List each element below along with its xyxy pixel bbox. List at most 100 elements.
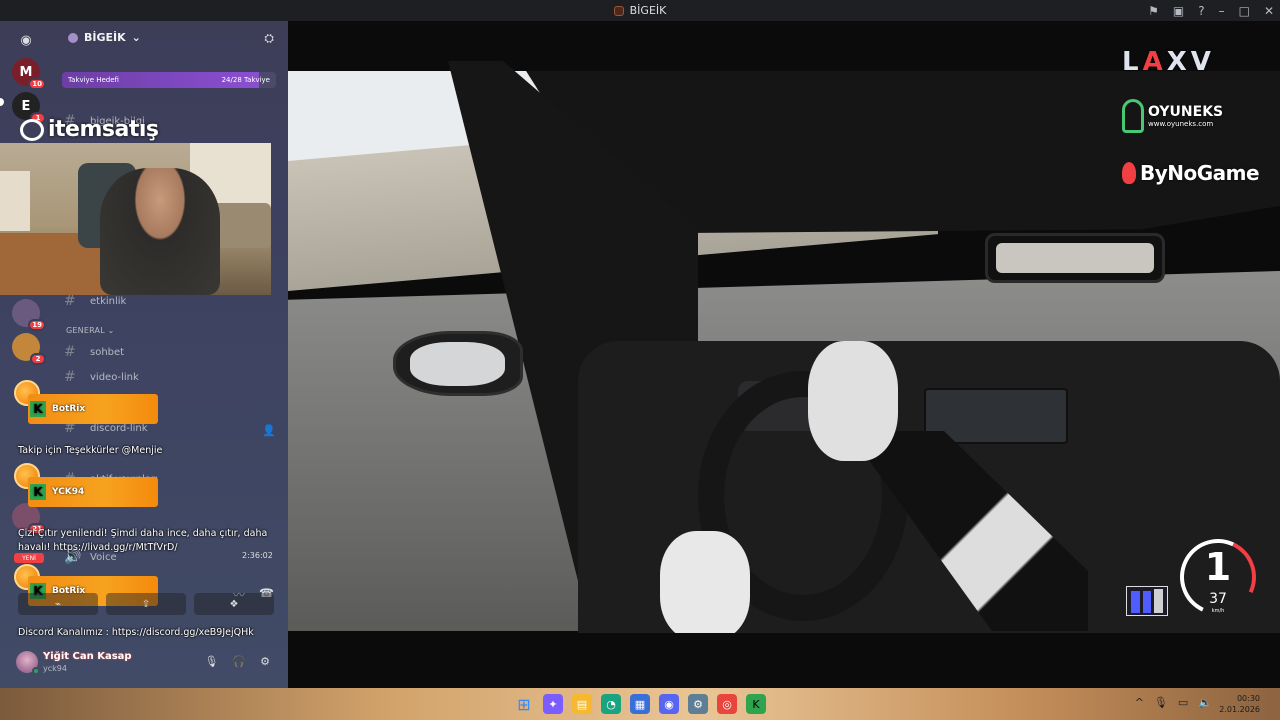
window-title: BİGEİK: [0, 0, 1280, 21]
discord-icon[interactable]: ◉: [659, 694, 679, 714]
botrix-alert-user: K YCK94: [28, 477, 158, 507]
user-controls: 🎙 🎧 ⚙: [204, 655, 270, 668]
server-letter: M: [19, 64, 33, 80]
screen-share-button[interactable]: ⇪: [106, 593, 186, 615]
system-tray: ^ 🎙 ▭ 🔈: [1135, 696, 1212, 709]
channel-name: sohbet: [90, 346, 125, 358]
kick-app-icon[interactable]: K: [746, 694, 766, 714]
create-invite-icon[interactable]: 👤: [262, 424, 276, 437]
channel-name: discord-link: [90, 422, 148, 434]
invite-people-icon[interactable]: ⛭: [264, 31, 274, 46]
maximize-button[interactable]: □: [1239, 4, 1250, 18]
mirror-glass: [996, 243, 1154, 273]
window-title-text: BİGEİK: [629, 4, 667, 17]
gear-indicator: 1: [1204, 545, 1232, 589]
channel-name: video-link: [90, 371, 139, 383]
laxv-text-end: XV: [1166, 47, 1215, 77]
avatar[interactable]: [16, 651, 40, 675]
streamer: [100, 168, 220, 295]
letterbox-bar: [288, 633, 1280, 688]
hash-icon: #: [64, 293, 76, 309]
unread-indicator: [0, 98, 4, 106]
windows-start-icon[interactable]: ⊞: [514, 694, 534, 714]
oyuneks-name: OYUNEKS: [1148, 104, 1224, 120]
speed-gear-hud: 1 37 km/h: [1169, 528, 1267, 629]
laxv-logo: LAXV: [1122, 47, 1215, 77]
webcam-overlay: [0, 143, 271, 295]
monitor-icon[interactable]: ▣: [1173, 4, 1184, 18]
discord-logo-icon[interactable]: ◉: [12, 26, 40, 54]
botrix-alert: K BotRix: [28, 394, 158, 424]
channel-item[interactable]: # sohbet: [64, 344, 124, 360]
chrome-icon[interactable]: ◎: [717, 694, 737, 714]
tray-expand-icon[interactable]: ^: [1135, 696, 1144, 709]
server-icon-e[interactable]: E 1: [12, 92, 46, 124]
new-badge: YENİ: [14, 553, 44, 563]
headphones-icon[interactable]: 🎧: [232, 655, 246, 668]
server-icon-2[interactable]: 2: [12, 333, 46, 365]
server-name: BİGEİK: [84, 31, 126, 44]
bynogame-logo: ByNoGame: [1122, 161, 1260, 185]
game-view: LAXV OYUNEKS www.oyuneks.com ByNoGame 1 …: [288, 21, 1280, 688]
unread-badge: 2: [30, 353, 46, 365]
activities-button[interactable]: ❖: [194, 593, 274, 615]
channel-name: etkinlik: [90, 295, 127, 307]
inbox-icon[interactable]: ⚑: [1148, 4, 1159, 18]
mic-tray-icon[interactable]: 🎙: [1154, 696, 1168, 709]
unread-badge: 10: [28, 78, 46, 90]
copilot-icon[interactable]: ✦: [543, 694, 563, 714]
online-status-icon: [32, 667, 40, 675]
oyuneks-mascot-icon: [1122, 99, 1144, 133]
mirror-glass: [410, 342, 505, 386]
laxv-text-accent: A: [1142, 47, 1167, 77]
store-icon[interactable]: ▦: [630, 694, 650, 714]
settings-gear-icon[interactable]: ⚙: [260, 655, 270, 668]
discord-sidebar: ◉ M 10 E 1 19 2 21 BİGEİK ⌄ ⛭ Takviye He…: [0, 21, 288, 688]
channel-item[interactable]: # video-link: [64, 369, 139, 385]
camera-off-icon: ⌁: [54, 598, 62, 610]
display-icon[interactable]: ▭: [1178, 696, 1188, 709]
bynogame-name: ByNoGame: [1140, 161, 1260, 185]
rear-view-mirror: [985, 233, 1165, 283]
activities-icon: ❖: [229, 598, 239, 610]
itemsatis-ring-icon: [20, 118, 44, 141]
server-icon-m[interactable]: M 10: [12, 58, 46, 90]
user-display-name[interactable]: Yiğit Can Kasap: [43, 651, 132, 662]
edge-icon[interactable]: ◔: [601, 694, 621, 714]
kick-icon: K: [30, 484, 46, 500]
laxv-text-start: L: [1122, 47, 1143, 77]
volume-icon[interactable]: 🔈: [1198, 696, 1212, 709]
camera-button[interactable]: ⌁: [18, 593, 98, 615]
server-icon-19[interactable]: 19: [12, 299, 46, 331]
oyuneks-wordmark: OYUNEKS www.oyuneks.com: [1148, 104, 1223, 128]
chat-message-follow: Takip için Teşekkürler @Menjie: [18, 445, 163, 456]
screen: BİGEİK ⚑ ▣ ? – □ ✕ ◉ M 10 E 1 19 2 21 Bİ…: [0, 0, 1280, 720]
oyuneks-logo: OYUNEKS www.oyuneks.com: [1122, 99, 1223, 133]
clutch-bar: [1154, 589, 1164, 613]
category-general[interactable]: GENERAL ⌄: [66, 326, 115, 335]
room-shelf: [0, 171, 30, 231]
user-tag: yck94: [43, 664, 67, 673]
title-bar: BİGEİK ⚑ ▣ ? – □ ✕: [0, 0, 1280, 21]
itemsatis-logo: itemsatış: [20, 117, 159, 142]
channel-item[interactable]: # etkinlik: [64, 293, 126, 309]
speed-unit: km/h: [1211, 608, 1225, 614]
taskbar-apps: ⊞ ✦ ▤ ◔ ▦ ◉ ⚙ ◎ K: [514, 694, 766, 714]
microphone-icon[interactable]: 🎙: [204, 655, 218, 668]
close-button[interactable]: ✕: [1264, 4, 1274, 18]
server-icon: [68, 32, 78, 43]
settings-icon[interactable]: ⚙: [688, 694, 708, 714]
boost-goal-bar[interactable]: Takviye Hedefi 24/28 Takviye: [62, 72, 276, 88]
user-panel: Yiğit Can Kasap yck94 🎙 🎧 ⚙: [0, 643, 288, 688]
boost-label: Takviye Hedefi: [68, 76, 119, 84]
taskbar-clock[interactable]: 00:30 2.01.2026: [1219, 693, 1260, 715]
help-icon[interactable]: ?: [1198, 4, 1204, 18]
title-bar-controls: ⚑ ▣ ? – □ ✕: [1148, 0, 1274, 21]
file-explorer-icon[interactable]: ▤: [572, 694, 592, 714]
server-header[interactable]: BİGEİK ⌄: [68, 31, 141, 44]
screen-share-icon: ⇪: [141, 598, 151, 610]
itemsatis-text: itemsatış: [48, 117, 159, 142]
alert-username: YCK94: [52, 487, 85, 497]
minimize-button[interactable]: –: [1219, 4, 1225, 18]
server-letter: E: [21, 98, 31, 114]
